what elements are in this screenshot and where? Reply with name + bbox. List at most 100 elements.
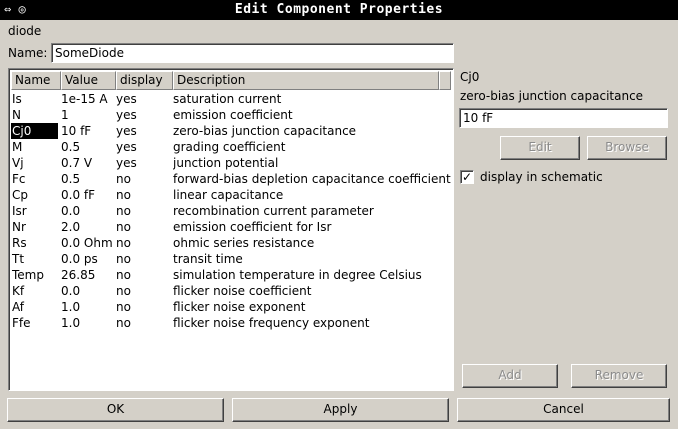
remove-button[interactable]: Remove [571,364,667,388]
table-row[interactable]: Tt 0.0 ps no transit time [11,251,451,267]
cell-name: Rs [12,236,27,250]
table-row[interactable]: Cj0 10 fF yes zero-bias junction capacitanc… [11,123,451,139]
cell-value: 26.85 [61,268,96,282]
component-type-label: diode [8,24,42,38]
table-row[interactable]: Cp 0.0 fF no linear capacitance [11,187,451,203]
cell-display: no [116,172,131,186]
cell-display: yes [116,92,137,106]
cell-name: N [12,108,21,122]
cell-description: transit time [173,252,243,266]
cell-display: no [116,284,131,298]
column-header-value[interactable]: Value [61,71,116,90]
cell-description: recombination current parameter [173,204,374,218]
cell-description: emission coefficient for Isr [173,220,332,234]
cell-display: no [116,236,131,250]
display-in-schematic-label[interactable]: display in schematic [480,170,603,184]
cell-value: 1.0 [61,316,81,330]
display-in-schematic-checkbox[interactable]: ✓ [460,170,474,184]
cancel-button[interactable]: Cancel [457,398,670,422]
column-header-description[interactable]: Description [173,71,439,90]
table-row[interactable]: Vj 0.7 V yes junction potential [11,155,451,171]
cell-value: 0.7 V [61,156,93,170]
cell-value: 0.0 [61,204,81,218]
table-row[interactable]: Ffe 1.0 no flicker noise frequency exponent [11,315,451,331]
name-input[interactable]: SomeDiode [51,43,454,63]
cell-display: yes [116,124,137,138]
table-row[interactable]: Fc 0.5 no forward-bias depletion capacitanc… [11,171,451,187]
apply-button[interactable]: Apply [232,398,449,422]
cell-value: 1e-15 A [61,92,108,106]
cell-name: Af [12,300,25,314]
column-header-display[interactable]: display [116,71,173,90]
cell-value: 0.0 [61,284,81,298]
column-header-spacer [439,71,451,90]
table-row[interactable]: Nr 2.0 no emission coefficient for Isr [11,219,451,235]
cell-name: Kf [12,284,25,298]
table-row[interactable]: N 1 yes emission coefficient [11,107,451,123]
table-row[interactable]: Is 1e-15 A yes saturation current [11,91,451,107]
cell-description: emission coefficient [173,108,293,122]
cell-display: no [116,268,131,282]
properties-table[interactable]: Name Value display Description Is 1e-15 A… [8,68,454,391]
cell-description: forward-bias depletion capacitance coeff… [173,172,451,186]
selected-property-name: Cj0 [460,70,480,84]
window-title: Edit Component Properties [234,2,444,17]
cell-name: Cj0 [11,123,58,139]
cell-value: 0.0 fF [61,188,96,202]
cell-display: no [116,252,131,266]
edit-button[interactable]: Edit [500,136,580,160]
cell-name: Temp [12,268,44,282]
cell-description: linear capacitance [173,188,284,202]
table-row[interactable]: Kf 0.0 no flicker noise coefficient [11,283,451,299]
table-rows: Is 1e-15 A yes saturation current N 1 yes emiss… [11,91,451,331]
cell-description: flicker noise frequency exponent [173,316,370,330]
add-button[interactable]: Add [462,364,558,388]
table-row[interactable]: Isr 0.0 no recombination current parameter [11,203,451,219]
cell-value: 0.0 ps [61,252,98,266]
cell-value: 0.5 [61,172,81,186]
cell-name: Tt [12,252,25,266]
cell-display: no [116,316,131,330]
cell-name: Is [12,92,22,106]
table-row[interactable]: Rs 0.0 Ohm no ohmic series resistance [11,235,451,251]
cell-description: zero-bias junction capacitance [173,124,357,138]
cell-name: Vj [12,156,24,170]
cell-name: Fc [12,172,26,186]
cell-display: yes [116,140,137,154]
cell-description: flicker noise exponent [173,300,306,314]
property-value-input[interactable]: 10 fF [459,108,668,128]
table-row[interactable]: Temp 26.85 no simulation temperature in deg… [11,267,451,283]
cell-description: ohmic series resistance [173,236,315,250]
cell-value: 0.5 [61,140,81,154]
table-row[interactable]: Af 1.0 no flicker noise exponent [11,299,451,315]
ok-button[interactable]: OK [7,398,224,422]
edit-component-properties-dialog: ⇔ ◎ Edit Component Properties diode Name… [0,0,678,429]
cell-display: no [116,188,131,202]
cell-name: M [12,140,23,154]
selected-property-description: zero-bias junction capacitance [460,89,644,103]
cell-description: simulation temperature in degree Celsius [173,268,422,282]
cell-name: Nr [12,220,26,234]
cell-name: Cp [12,188,28,202]
cell-description: grading coefficient [173,140,286,154]
cell-description: junction potential [173,156,279,170]
cell-display: no [116,300,131,314]
column-header-name[interactable]: Name [11,71,61,90]
cell-value: 1 [61,108,69,122]
title-bar[interactable]: ⇔ ◎ Edit Component Properties [0,0,678,20]
cell-display: no [116,220,131,234]
cell-description: flicker noise coefficient [173,284,312,298]
cell-description: saturation current [173,92,282,106]
name-label: Name: [8,46,48,60]
browse-button[interactable]: Browse [587,136,667,160]
checkmark-icon: ✓ [461,170,473,184]
table-header: Name Value display Description [11,71,451,90]
cell-name: Ffe [12,316,31,330]
cell-value: 2.0 [61,220,81,234]
cell-value: 0.0 Ohm [61,236,113,250]
cell-name: Isr [12,204,27,218]
cell-display: yes [116,156,137,170]
cell-value: 10 fF [61,124,92,138]
table-row[interactable]: M 0.5 yes grading coefficient [11,139,451,155]
cell-value: 1.0 [61,300,81,314]
